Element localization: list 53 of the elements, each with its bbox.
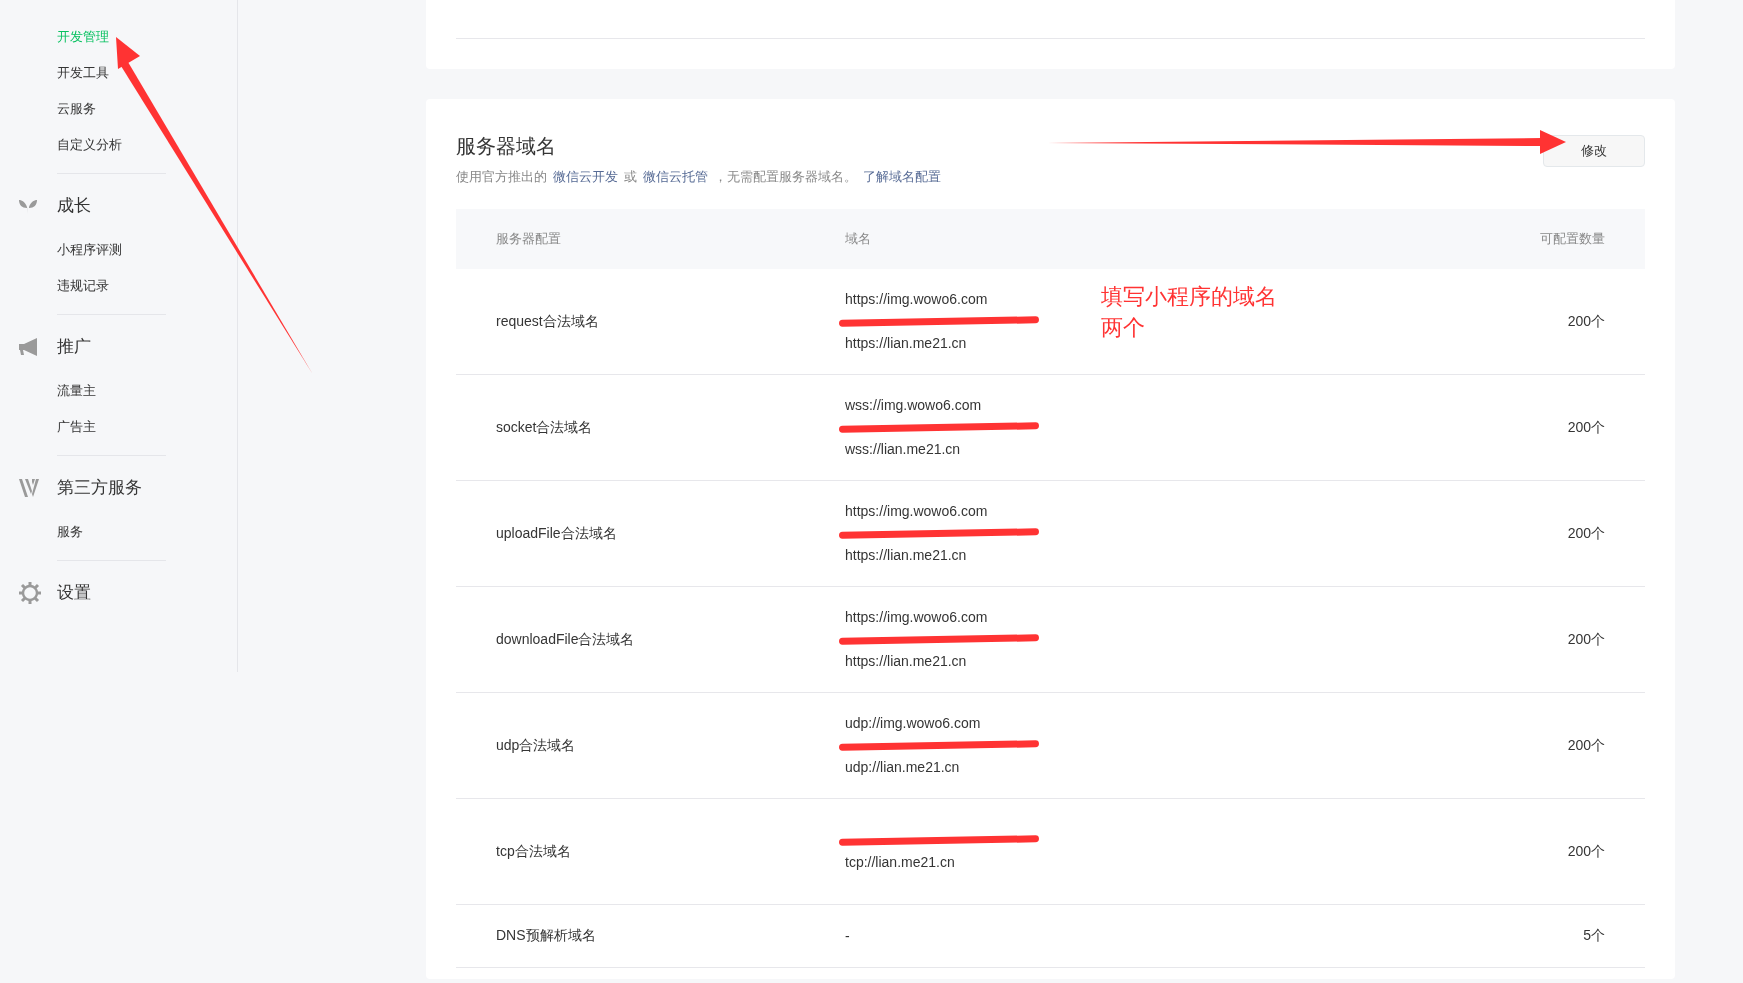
link[interactable]: 了解域名配置 xyxy=(863,167,941,187)
annotation-text: 两个 xyxy=(1101,314,1146,342)
domain-text: wss://lian.me21.cn xyxy=(845,441,961,457)
table-cell: 200个 xyxy=(1567,524,1605,541)
link[interactable]: 微信云托管 xyxy=(643,167,708,187)
sidebar-group-title[interactable]: 成长 xyxy=(57,193,91,219)
domain-text: https://lian.me21.cn xyxy=(845,335,967,351)
domain-text: https://lian.me21.cn xyxy=(845,653,967,669)
domain-text: https://img.wowo6.com xyxy=(845,503,988,519)
sidebar-item[interactable]: 小程序评测 xyxy=(57,232,237,268)
link[interactable]: 微信云开发 xyxy=(553,167,618,187)
description-text: ，无需配置服务器域名。 xyxy=(714,168,857,186)
table-cell: 5个 xyxy=(1583,927,1605,943)
domain-text: https://lian.me21.cn xyxy=(845,547,967,563)
sidebar-item[interactable]: 服务 xyxy=(57,514,237,550)
domain-text: - xyxy=(845,927,850,944)
table-cell: 200个 xyxy=(1567,842,1605,859)
domain-text: tcp://lian.me21.cn xyxy=(845,854,955,870)
table-cell: 200个 xyxy=(1567,630,1605,647)
table-cell: tcp合法域名 xyxy=(496,842,571,859)
table-cell: downloadFile合法域名 xyxy=(496,630,635,647)
table-cell: uploadFile合法域名 xyxy=(496,524,617,541)
table-cell: udp合法域名 xyxy=(496,736,576,753)
sidebar-item[interactable]: 自定义分析 xyxy=(57,127,237,163)
sidebar-item[interactable]: 流量主 xyxy=(57,373,237,409)
edit-button[interactable]: 修改 xyxy=(1543,135,1645,167)
table-cell: 200个 xyxy=(1567,312,1605,329)
sidebar-item[interactable]: 开发工具 xyxy=(57,55,237,91)
table-cell: 200个 xyxy=(1567,736,1605,753)
sidebar-group-title[interactable]: 设置 xyxy=(57,580,91,606)
domain-text: udp://img.wowo6.com xyxy=(845,715,981,731)
domain-text: udp://lian.me21.cn xyxy=(845,759,960,775)
megaphone-icon xyxy=(19,338,39,356)
sidebar-group-title[interactable]: 推广 xyxy=(57,334,91,360)
table-cell: request合法域名 xyxy=(496,312,599,329)
annotation-text: 填写小程序的域名 xyxy=(1101,283,1277,311)
domain-text: https://img.wowo6.com xyxy=(845,609,988,625)
table-cell: 200个 xyxy=(1567,418,1605,435)
table-cell: socket合法域名 xyxy=(496,418,593,435)
table-cell: DNS预解析域名 xyxy=(496,927,596,943)
domain-text: wss://img.wowo6.com xyxy=(845,397,982,413)
sidebar-item[interactable]: 云服务 xyxy=(57,91,237,127)
section-title: 服务器域名 xyxy=(456,134,557,159)
description-text: 使用官方推出的 xyxy=(456,168,547,186)
sidebar-item[interactable]: 广告主 xyxy=(57,409,237,445)
description-text: 或 xyxy=(624,168,637,186)
domain-text: https://img.wowo6.com xyxy=(845,291,988,307)
column-header: 服务器配置 xyxy=(496,230,561,246)
column-header: 域名 xyxy=(845,230,871,246)
settings-icon xyxy=(19,582,41,604)
sidebar-item[interactable]: 违规记录 xyxy=(57,268,237,304)
column-header: 可配置数量 xyxy=(1540,230,1605,246)
sidebar-group-title[interactable]: 第三方服务 xyxy=(57,475,142,501)
